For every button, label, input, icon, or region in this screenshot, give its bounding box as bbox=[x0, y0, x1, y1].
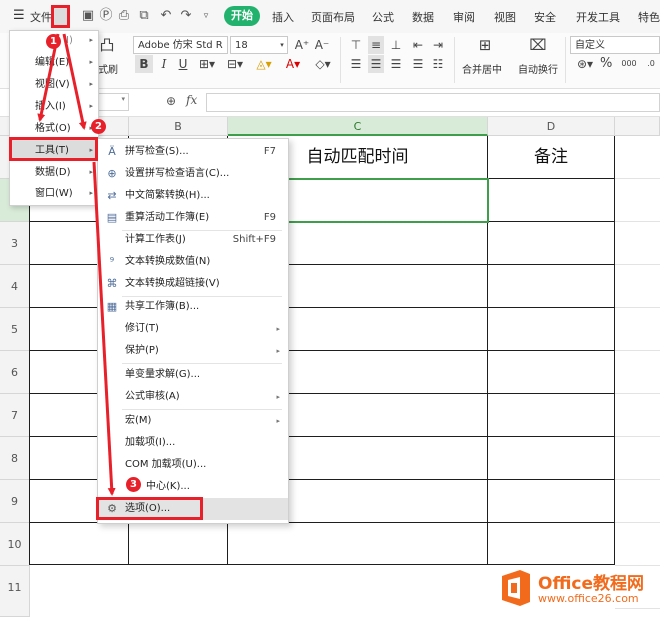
step-badge-2: 2 bbox=[91, 119, 106, 134]
watermark-brand: Office教程网 bbox=[538, 574, 645, 594]
annotation-arrows bbox=[37, 33, 116, 496]
office-logo-icon bbox=[502, 570, 530, 606]
step-badge-1: 1 bbox=[46, 34, 61, 49]
step-badge-3: 3 bbox=[126, 477, 141, 492]
watermark-url: www.office26.com bbox=[538, 592, 639, 605]
watermark: Office教程网 www.office26.com bbox=[498, 566, 660, 617]
arrow-2 bbox=[62, 33, 87, 130]
arrow-3 bbox=[92, 161, 116, 496]
